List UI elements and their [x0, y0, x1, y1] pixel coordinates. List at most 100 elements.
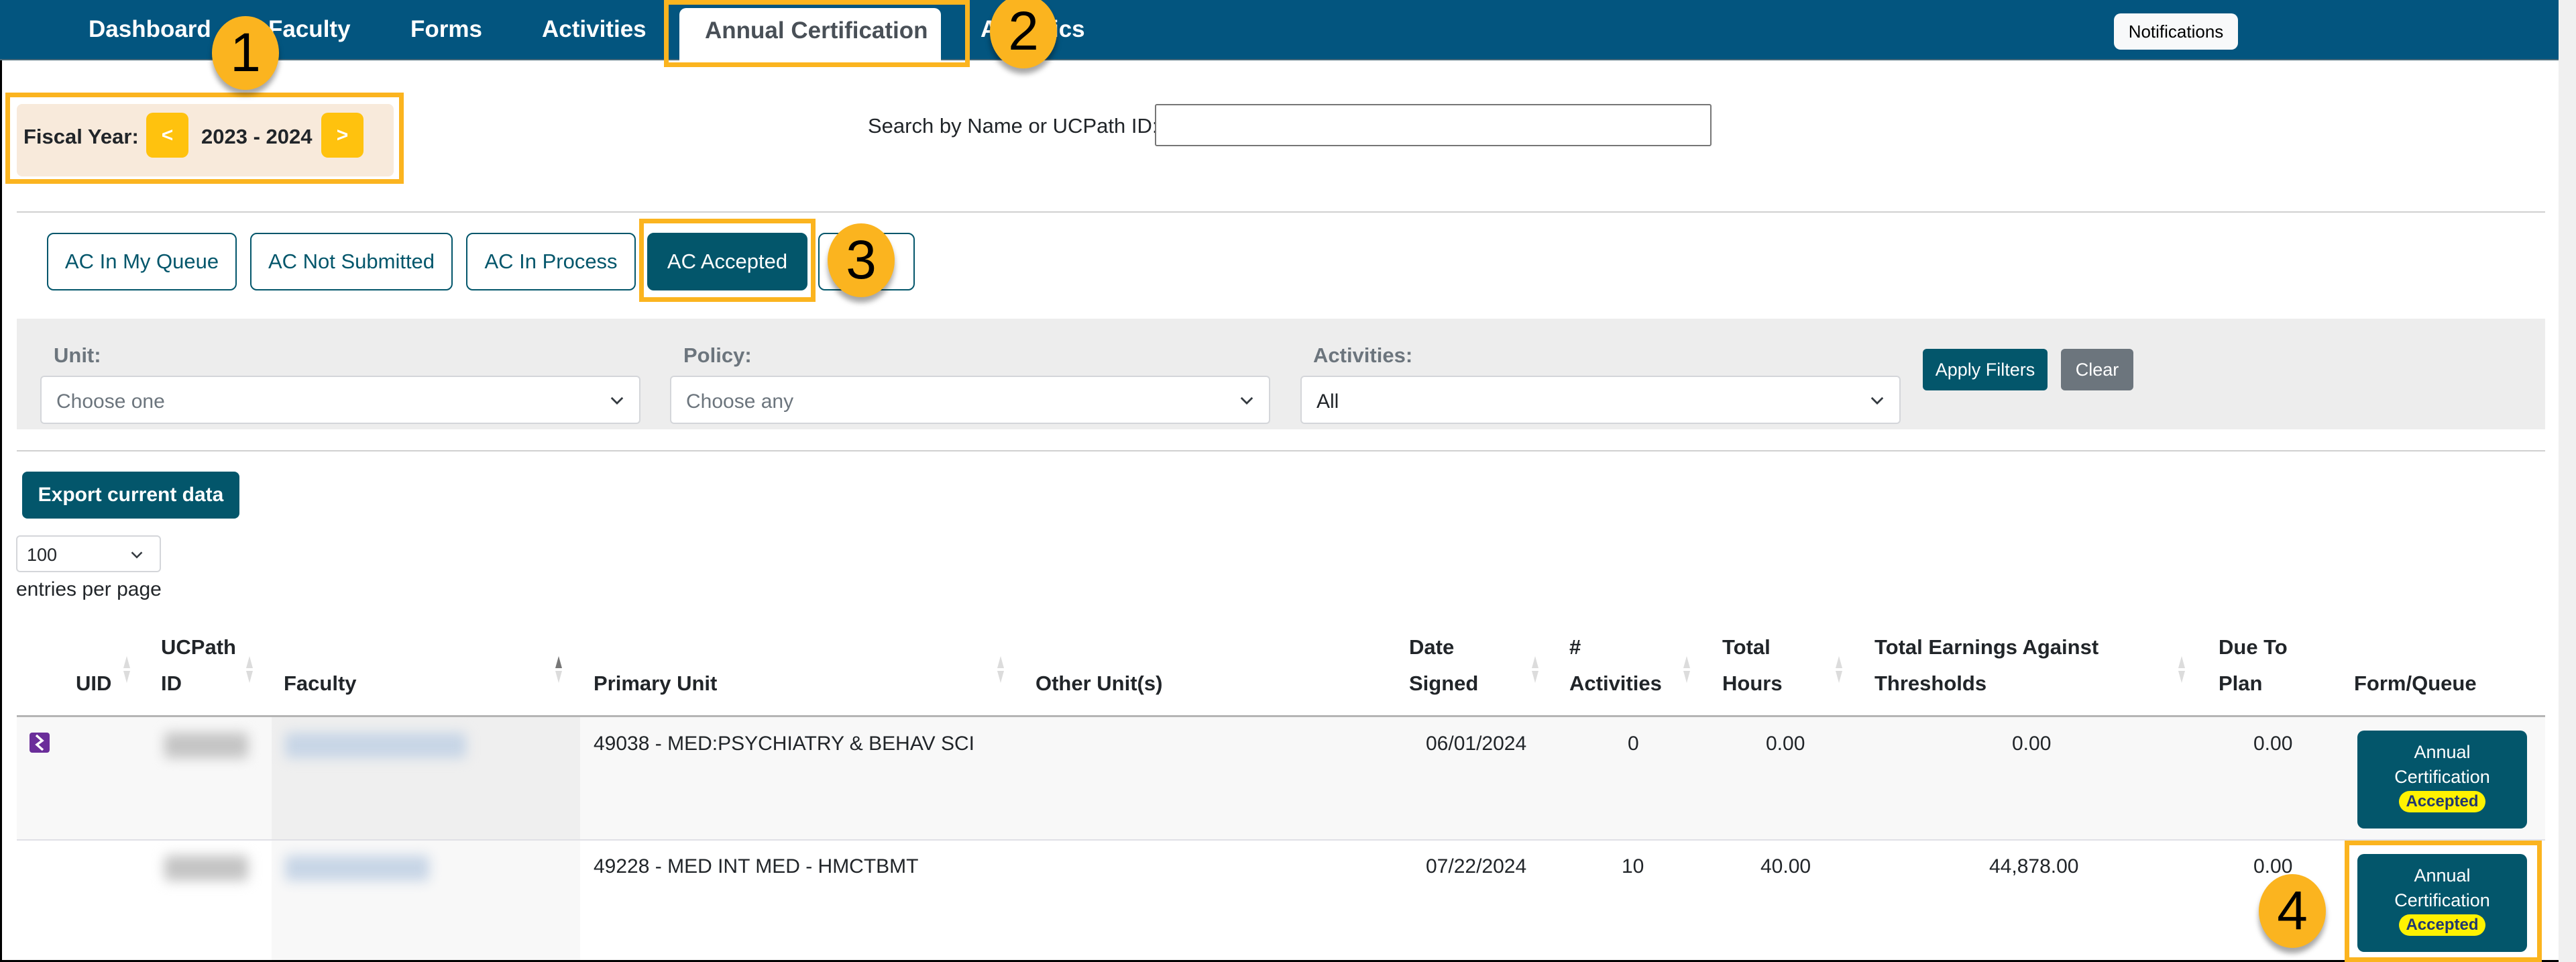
sort-icon[interactable]: [122, 655, 131, 684]
status-badge: Accepted: [2399, 914, 2485, 936]
chevron-down-icon: [610, 396, 624, 405]
entries-per-page-value: 100: [27, 545, 58, 565]
search-input[interactable]: [1155, 104, 1712, 146]
fiscal-year-next-button[interactable]: >: [321, 113, 363, 158]
faculty-name-redacted[interactable]: [285, 733, 466, 758]
status-badge: Accepted: [2399, 791, 2485, 812]
col-header-date-signed[interactable]: Date Signed: [1409, 629, 1478, 702]
date-signed-cell: 06/01/2024: [1426, 733, 1527, 755]
col-header-date-line2: Signed: [1409, 672, 1479, 695]
unit-select[interactable]: Choose one: [40, 376, 640, 424]
fiscal-year-label: Fiscal Year:: [23, 125, 139, 148]
search-label: Search by Name or UCPath ID:: [868, 114, 1158, 138]
policy-filter-label: Policy:: [683, 343, 752, 367]
col-header-ucpath-line2: ID: [161, 672, 182, 695]
sort-icon[interactable]: [2177, 655, 2186, 684]
due-to-plan-cell: 0.00: [2253, 733, 2293, 755]
callout-1: 1: [212, 16, 279, 90]
unit-select-value: Choose one: [56, 390, 165, 413]
col-header-primary-unit-label: Primary Unit: [594, 672, 718, 695]
date-signed-cell: 07/22/2024: [1426, 855, 1527, 877]
tab-ac-accepted[interactable]: AC Accepted: [647, 233, 807, 290]
nav-activities[interactable]: Activities: [542, 16, 647, 43]
sort-icon[interactable]: [1682, 655, 1691, 684]
chevron-down-icon: [1240, 396, 1253, 405]
primary-unit-cell: 49228 - MED INT MED - HMCTBMT: [594, 855, 919, 877]
clear-filters-button[interactable]: Clear: [2061, 349, 2133, 390]
vertical-scrollbar[interactable]: [2559, 0, 2576, 962]
extension-logo-icon[interactable]: [30, 733, 50, 753]
callout-4: 4: [2259, 874, 2326, 948]
col-header-faculty-label: Faculty: [284, 672, 357, 695]
export-current-data-button[interactable]: Export current data: [22, 472, 239, 519]
activities-filter-label: Activities:: [1313, 343, 1413, 367]
col-header-hours-line2: Hours: [1722, 672, 1783, 695]
faculty-name-redacted[interactable]: [285, 855, 429, 881]
col-header-activities-line2: Activities: [1569, 672, 1662, 695]
col-header-total-hours[interactable]: Total Hours: [1722, 629, 1783, 702]
chevron-down-icon: [131, 551, 143, 559]
activities-select[interactable]: All: [1300, 376, 1901, 424]
apply-filters-button[interactable]: Apply Filters: [1923, 349, 2048, 390]
sort-icon[interactable]: [996, 655, 1005, 684]
page-frame-left-border: [0, 60, 2, 962]
form-button-line1: Annual: [2414, 742, 2471, 762]
tab-ac-not-submitted[interactable]: AC Not Submitted: [250, 233, 453, 290]
nav-dashboard[interactable]: Dashboard: [89, 16, 211, 43]
sort-icon[interactable]: [1834, 655, 1844, 684]
col-header-total-earnings[interactable]: Total Earnings Against Thresholds: [1874, 629, 2098, 702]
entries-per-page-select[interactable]: 100: [16, 535, 161, 572]
chevron-down-icon: [1870, 396, 1884, 405]
activities-select-value: All: [1317, 390, 1339, 413]
col-header-date-line1: Date: [1409, 635, 1455, 659]
col-header-ucpath-line1: UCPath: [161, 635, 236, 659]
col-header-due-line1: Due To: [2219, 635, 2288, 659]
notifications-button[interactable]: Notifications: [2114, 13, 2238, 50]
total-hours-cell: 40.00: [1760, 855, 1811, 877]
activities-cell: 0: [1628, 733, 1639, 755]
total-earnings-cell: 44,878.00: [1989, 855, 2079, 877]
activities-cell: 10: [1622, 855, 1644, 877]
fiscal-year-value: 2023 - 2024: [201, 125, 313, 148]
nav-annual-certification[interactable]: Annual Certification: [679, 8, 941, 62]
col-header-hours-line1: Total: [1722, 635, 1771, 659]
form-button-line2: Certification: [2394, 767, 2490, 787]
total-earnings-cell: 0.00: [2012, 733, 2052, 755]
primary-unit-cell: 49038 - MED:PSYCHIATRY & BEHAV SCI: [594, 733, 974, 755]
col-header-due-line2: Plan: [2219, 672, 2263, 695]
ucpath-id-redacted: [164, 855, 248, 881]
col-header-activities[interactable]: # Activities: [1569, 629, 1662, 702]
form-button-line2: Certification: [2394, 890, 2490, 910]
tab-ac-in-my-queue[interactable]: AC In My Queue: [47, 233, 237, 290]
col-header-earnings-line2: Thresholds: [1874, 672, 1987, 695]
col-header-ucpath-id[interactable]: UCPath ID: [161, 629, 236, 702]
fiscal-year-prev-button[interactable]: <: [146, 113, 188, 158]
policy-select[interactable]: Choose any: [670, 376, 1270, 424]
col-header-form-queue: Form/Queue: [2354, 665, 2477, 702]
annual-certification-form-button[interactable]: Annual Certification Accepted: [2357, 854, 2527, 952]
annual-certification-form-button[interactable]: Annual Certification Accepted: [2357, 731, 2527, 829]
section-divider: [17, 211, 2545, 213]
total-hours-cell: 0.00: [1766, 733, 1805, 755]
col-header-other-units[interactable]: Other Unit(s): [1035, 665, 1162, 702]
col-header-uid-label: UID: [76, 672, 112, 695]
col-header-due-to-plan[interactable]: Due To Plan: [2219, 629, 2288, 702]
entries-per-page-label: entries per page: [16, 578, 162, 600]
section-divider: [17, 450, 2545, 451]
col-header-uid[interactable]: UID: [76, 665, 111, 702]
nav-annual-certification-label: Annual Certification: [705, 17, 928, 44]
callout-3: 3: [828, 223, 895, 297]
form-button-line1: Annual: [2414, 865, 2471, 886]
nav-forms[interactable]: Forms: [410, 16, 482, 43]
sort-ascending-icon[interactable]: [554, 655, 563, 684]
nav-faculty[interactable]: Faculty: [268, 16, 351, 43]
tab-ac-in-process[interactable]: AC In Process: [466, 233, 636, 290]
policy-select-value: Choose any: [686, 390, 794, 413]
ucpath-id-redacted: [164, 733, 248, 758]
sort-icon[interactable]: [245, 655, 254, 684]
sort-icon[interactable]: [1530, 655, 1540, 684]
col-header-faculty[interactable]: Faculty: [284, 665, 357, 702]
col-header-other-units-label: Other Unit(s): [1035, 672, 1163, 695]
col-header-primary-unit[interactable]: Primary Unit: [594, 665, 717, 702]
col-header-form-queue-label: Form/Queue: [2354, 672, 2477, 695]
